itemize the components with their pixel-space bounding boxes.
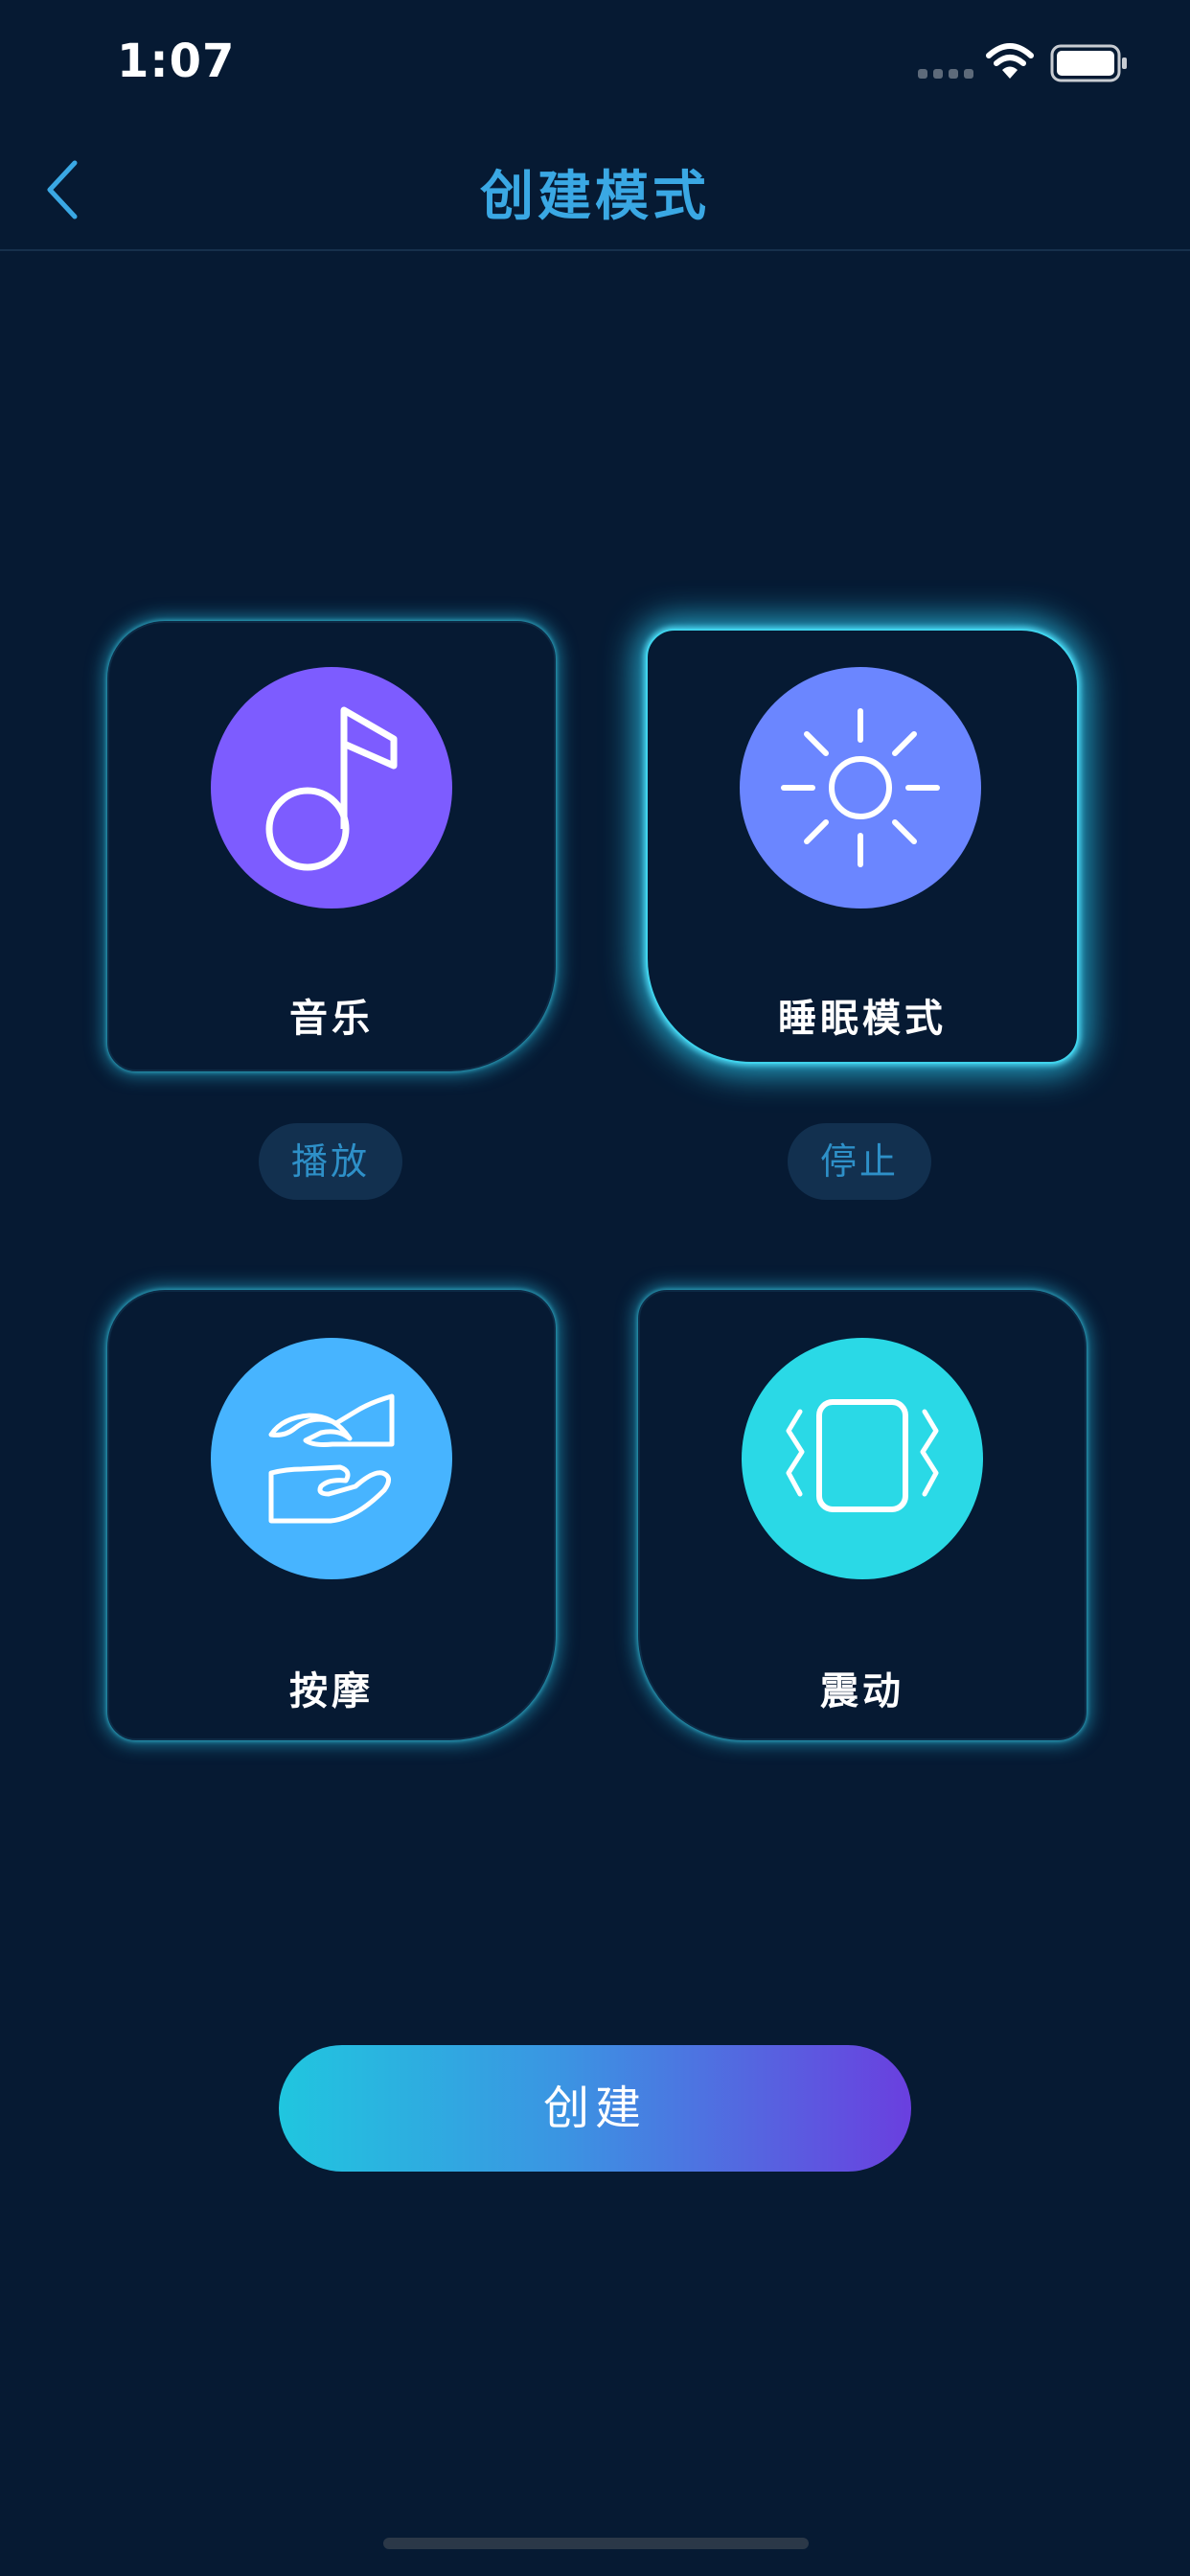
- wifi-icon: [985, 42, 1035, 84]
- music-circle: [211, 667, 452, 908]
- hands-circle: [211, 1338, 452, 1579]
- page-title: 创建模式: [480, 166, 710, 228]
- hands-icon: [268, 1393, 395, 1524]
- mode-label-sleep: 睡眠模式: [778, 997, 947, 1041]
- vibration-circle: [742, 1338, 983, 1579]
- sun-icon: [781, 708, 940, 867]
- sun-circle: [740, 667, 981, 908]
- cellular-signal-icon: [918, 69, 973, 79]
- mode-label-vibration: 震动: [820, 1669, 904, 1714]
- stop-button[interactable]: 停止: [788, 1123, 931, 1200]
- nav-divider: [0, 249, 1190, 251]
- mode-card-sleep[interactable]: 睡眠模式: [646, 629, 1079, 1064]
- battery-icon: [1050, 44, 1129, 86]
- vibration-icon: [786, 1399, 939, 1512]
- status-time: 1:07: [117, 34, 236, 88]
- mode-card-massage[interactable]: 按摩: [107, 1290, 556, 1740]
- mode-card-music[interactable]: 音乐: [107, 621, 556, 1071]
- mode-label-massage: 按摩: [289, 1669, 374, 1714]
- mode-card-vibration[interactable]: 震动: [638, 1290, 1087, 1740]
- home-indicator[interactable]: [383, 2538, 809, 2549]
- mode-label-music: 音乐: [289, 997, 374, 1041]
- music-note-icon: [265, 706, 398, 871]
- play-button[interactable]: 播放: [259, 1123, 402, 1200]
- create-button[interactable]: 创建: [279, 2045, 911, 2172]
